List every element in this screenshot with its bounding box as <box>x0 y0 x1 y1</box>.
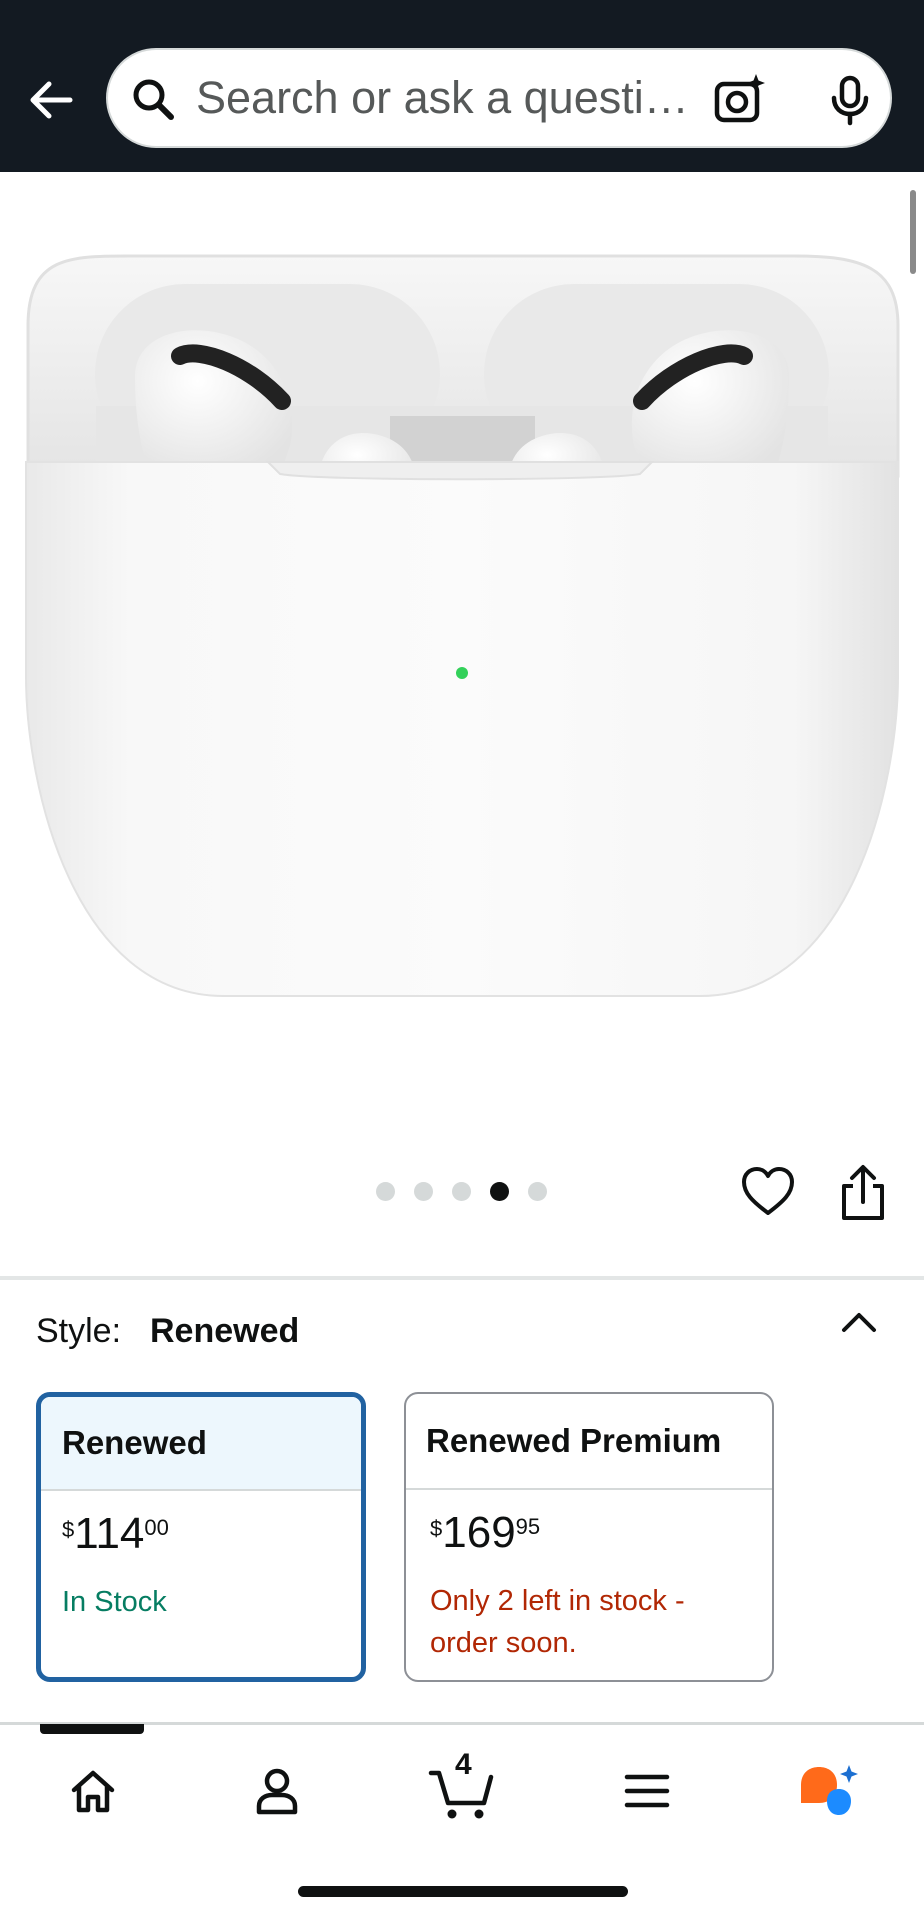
option-price: $ 169 95 <box>430 1508 748 1568</box>
pager-dot[interactable] <box>452 1182 471 1201</box>
microphone-icon[interactable] <box>822 72 878 128</box>
top-navigation-bar <box>0 0 924 172</box>
pager-dot[interactable] <box>414 1182 433 1201</box>
price-whole: 169 <box>442 1508 516 1557</box>
price-whole: 114 <box>74 1509 145 1558</box>
tab-home[interactable] <box>56 1754 130 1828</box>
style-option-renewed-premium[interactable]: Renewed Premium $ 169 95 Only 2 left in … <box>404 1392 774 1682</box>
option-title: Renewed <box>41 1397 361 1491</box>
camera-lens-icon[interactable] <box>712 72 768 128</box>
menu-icon <box>624 1774 670 1808</box>
pager-dot-active[interactable] <box>490 1182 509 1201</box>
cart-count-badge: 4 <box>455 1748 472 1781</box>
active-tab-indicator <box>40 1724 144 1734</box>
account-icon <box>256 1768 298 1815</box>
chevron-up-icon[interactable] <box>836 1300 882 1346</box>
option-price: $ 114 00 <box>62 1509 337 1569</box>
search-icon <box>133 79 174 120</box>
price-fraction: 00 <box>144 1515 169 1540</box>
pager-dot[interactable] <box>528 1182 547 1201</box>
rufus-chat-icon <box>801 1765 858 1815</box>
style-option-renewed[interactable]: Renewed $ 114 00 In Stock <box>36 1392 366 1682</box>
search-bar[interactable] <box>106 48 892 148</box>
heart-icon[interactable] <box>740 1164 796 1220</box>
tab-menu[interactable] <box>610 1754 684 1828</box>
tab-rufus-assistant[interactable] <box>792 1754 866 1828</box>
style-label: Style: <box>36 1312 122 1350</box>
home-indicator[interactable] <box>298 1886 628 1897</box>
availability-text: Only 2 left in stock - order soon. <box>430 1585 685 1659</box>
option-title: Renewed Premium <box>406 1394 772 1490</box>
style-selected-value: Renewed <box>150 1312 300 1350</box>
home-icon <box>71 1770 115 1813</box>
image-pager[interactable] <box>376 1182 547 1206</box>
back-arrow-icon[interactable] <box>22 70 82 130</box>
price-currency: $ <box>430 1516 443 1541</box>
tab-account[interactable] <box>240 1754 314 1828</box>
availability-text: In Stock <box>62 1586 167 1618</box>
product-image[interactable] <box>0 176 924 1036</box>
share-icon[interactable] <box>838 1164 888 1222</box>
section-divider <box>0 1276 924 1280</box>
search-input[interactable] <box>196 50 696 146</box>
price-fraction: 95 <box>515 1514 541 1539</box>
pager-dot[interactable] <box>376 1182 395 1201</box>
price-currency: $ <box>62 1517 75 1542</box>
